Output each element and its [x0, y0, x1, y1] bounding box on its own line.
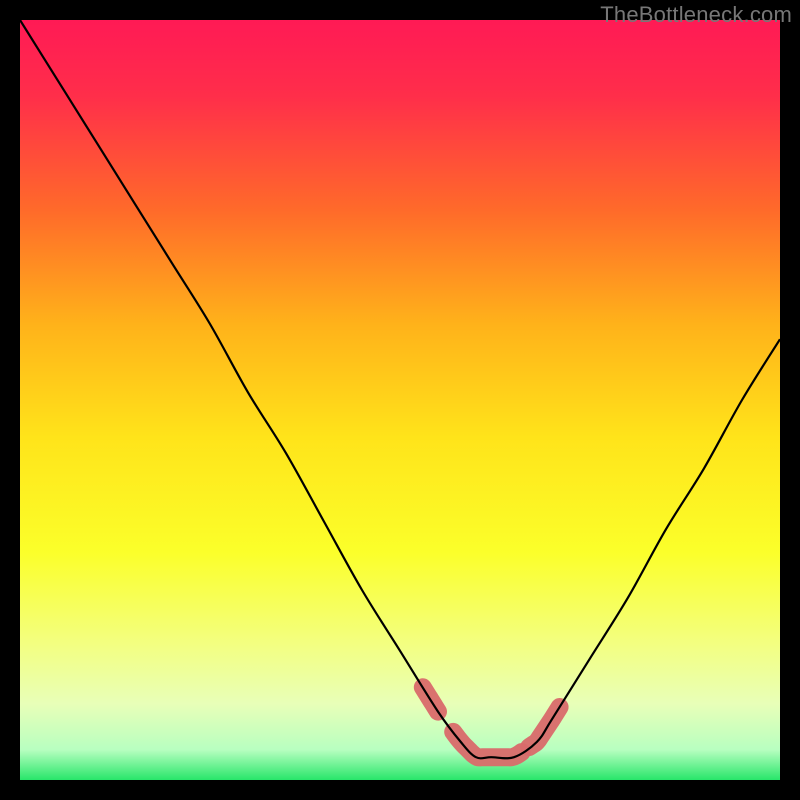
chart-plot-area: [20, 20, 780, 780]
watermark-text: TheBottleneck.com: [600, 2, 792, 28]
bottleneck-chart: [20, 20, 780, 780]
chart-background: [20, 20, 780, 780]
